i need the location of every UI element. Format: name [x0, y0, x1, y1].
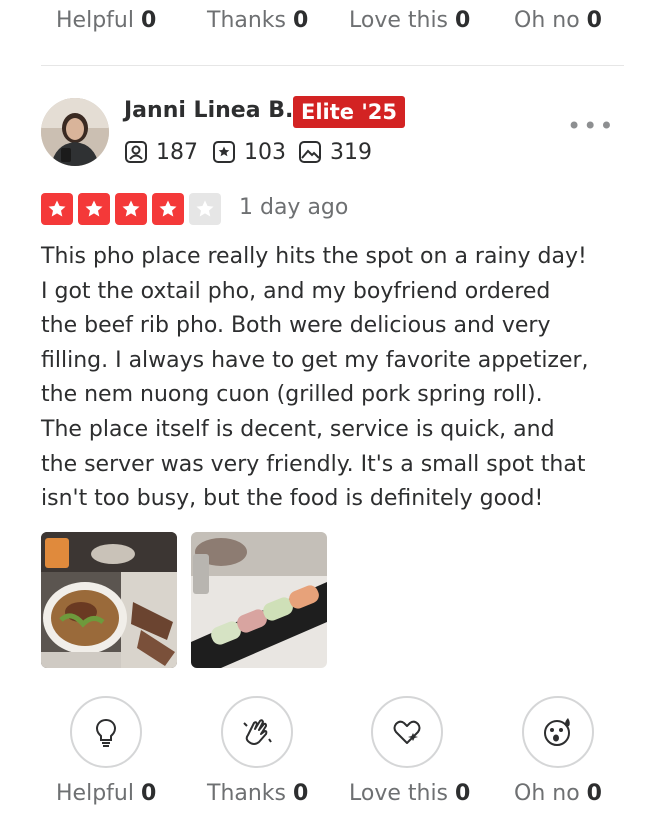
bottom-oh-no-label[interactable]: Oh no 0 [514, 781, 602, 806]
oxtail-pho-bowl-photo[interactable] [41, 532, 177, 668]
surprised-face-icon [544, 718, 570, 746]
user-photo-icon [41, 98, 109, 166]
thanks-text: Thanks [207, 781, 287, 806]
review-text-line: filling. I always have to get my favorit… [41, 347, 589, 373]
review-text: This pho place really hits the spot on a… [41, 240, 631, 517]
thanks-button[interactable] [221, 696, 293, 768]
more-options-icon[interactable]: ••• [567, 114, 613, 138]
photos-stat: 319 [298, 138, 372, 166]
love-this-text: Love this [349, 781, 449, 806]
spring-rolls-photo[interactable] [191, 532, 327, 668]
thanks-count: 0 [293, 8, 309, 33]
review-text-line: The place itself is decent, service is q… [41, 416, 555, 442]
star-filled-icon [78, 193, 110, 225]
star-filled-icon [41, 193, 73, 225]
review-star-icon [213, 141, 235, 163]
top-oh-no-label[interactable]: Oh no 0 [514, 8, 602, 33]
review-text-line: the server was very friendly. It's a sma… [41, 451, 586, 477]
helpful-button[interactable] [70, 696, 142, 768]
bottom-helpful-label[interactable]: Helpful 0 [56, 781, 156, 806]
friends-count: 187 [156, 139, 198, 165]
pho-image [41, 532, 177, 668]
clapping-hands-icon [243, 719, 272, 745]
review-text-line: This pho place really hits the spot on a… [41, 244, 587, 269]
top-helpful-label[interactable]: Helpful 0 [56, 8, 156, 33]
lightbulb-icon [95, 718, 117, 747]
reviews-count: 103 [244, 139, 286, 165]
friends-stat: 187 [124, 138, 198, 166]
helpful-count: 0 [140, 8, 157, 33]
helpful-count: 0 [140, 781, 157, 806]
user-name[interactable]: Janni Linea B. [124, 98, 293, 123]
photos-count: 319 [330, 139, 372, 165]
oh-no-button[interactable] [522, 696, 594, 768]
elite-badge: Elite '25 [293, 96, 405, 128]
thanks-text: Thanks [207, 8, 287, 33]
review-text-line: isn't too busy, but the food is definite… [41, 486, 544, 512]
oh-no-text: Oh no [514, 8, 580, 33]
helpful-text: Helpful [56, 8, 134, 33]
review-text-line: I got the oxtail pho, and my boyfriend o… [41, 278, 551, 304]
helpful-text: Helpful [56, 781, 134, 806]
review-divider [41, 65, 624, 66]
love-this-button[interactable] [371, 696, 443, 768]
bottom-thanks-label[interactable]: Thanks 0 [207, 781, 308, 806]
review-date: 1 day ago [239, 195, 349, 220]
review-text-line: the beef rib pho. Both were delicious an… [41, 313, 551, 339]
love-this-text: Love this [349, 8, 449, 33]
heart-sparkle-icon [393, 720, 421, 744]
review-text-line: the nem nuong cuon (grilled pork spring … [41, 382, 543, 408]
friends-icon [125, 141, 147, 163]
thanks-count: 0 [293, 781, 309, 806]
oh-no-count: 0 [586, 781, 602, 806]
love-this-count: 0 [455, 781, 471, 806]
avatar[interactable] [41, 98, 109, 166]
bottom-reaction-row: Helpful 0 Thanks 0 Love this 0 Oh no 0 [0, 781, 665, 821]
top-love-this-label[interactable]: Love this 0 [349, 8, 470, 33]
star-filled-icon [152, 193, 184, 225]
photos-icon [299, 141, 321, 163]
top-reaction-row: Helpful 0 Thanks 0 Love this 0 Oh no 0 [0, 8, 665, 48]
spring-rolls-image [191, 532, 327, 668]
star-filled-icon [115, 193, 147, 225]
oh-no-text: Oh no [514, 781, 580, 806]
bottom-love-this-label[interactable]: Love this 0 [349, 781, 470, 806]
reviews-stat: 103 [212, 138, 286, 166]
star-empty-icon [189, 193, 221, 225]
love-this-count: 0 [455, 8, 471, 33]
top-thanks-label[interactable]: Thanks 0 [207, 8, 308, 33]
oh-no-count: 0 [586, 8, 602, 33]
